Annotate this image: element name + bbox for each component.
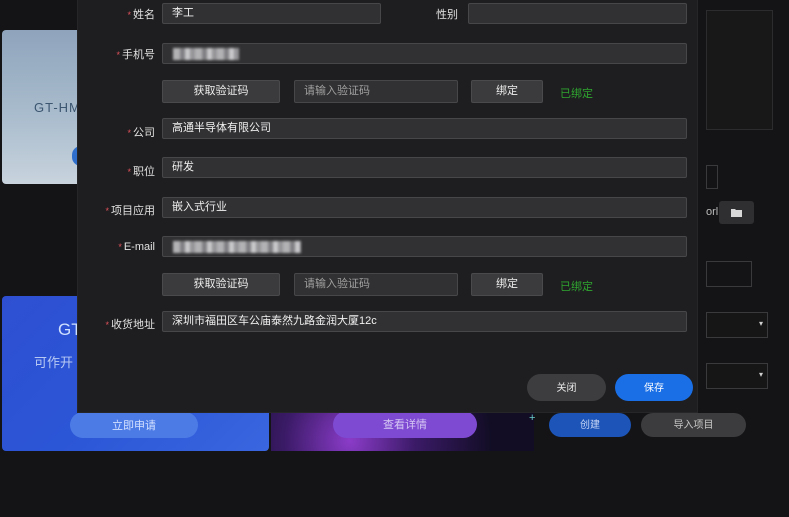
project-label: * 项目应用 xyxy=(105,205,155,217)
close-button[interactable]: 关闭 xyxy=(527,374,606,401)
product-card-gt-subtitle: 可作开 xyxy=(34,355,74,370)
chevron-down-icon: ▾ xyxy=(758,370,763,379)
redacted-phone xyxy=(173,48,239,60)
email-bind-button[interactable]: 绑定 xyxy=(471,273,543,296)
save-button[interactable]: 保存 xyxy=(615,374,693,401)
required-mark: * xyxy=(127,10,131,20)
email-input[interactable] xyxy=(162,236,687,257)
chevron-down-icon: ▾ xyxy=(758,319,763,328)
user-info-modal: * 姓名 李工 性别 * 手机号 获取验证码 请输入验证码 绑定 已绑定 * 公司 高… xyxy=(78,0,697,412)
gender-select[interactable] xyxy=(468,3,687,24)
address-input[interactable]: 深圳市福田区车公庙泰然九路金润大厦12c xyxy=(162,311,687,332)
phone-get-code-button[interactable]: 获取验证码 xyxy=(162,80,280,103)
side-field[interactable] xyxy=(706,261,752,287)
phone-bound-status: 已绑定 xyxy=(560,88,593,100)
project-input[interactable]: 嵌入式行业 xyxy=(162,197,687,218)
phone-code-input[interactable]: 请输入验证码 xyxy=(294,80,458,103)
redacted-email xyxy=(173,241,301,253)
path-text: orl xyxy=(706,206,719,218)
product-card-title: GT-HM xyxy=(34,100,81,115)
import-project-button[interactable]: 导入项目 xyxy=(641,413,746,437)
email-label: * E-mail xyxy=(118,241,155,253)
phone-input[interactable] xyxy=(162,43,687,64)
plus-icon: + xyxy=(529,412,536,424)
position-label: * 职位 xyxy=(127,166,155,178)
gender-label: 性别 xyxy=(436,9,458,21)
side-select-1[interactable]: ▾ xyxy=(706,312,768,338)
create-button[interactable]: 创建 xyxy=(549,413,631,437)
phone-bind-button[interactable]: 绑定 xyxy=(471,80,543,103)
side-panel xyxy=(706,10,773,130)
name-input[interactable]: 李工 xyxy=(162,3,381,24)
email-code-input[interactable]: 请输入验证码 xyxy=(294,273,458,296)
email-bound-status: 已绑定 xyxy=(560,281,593,293)
name-label: * 姓名 xyxy=(127,9,155,21)
email-get-code-button[interactable]: 获取验证码 xyxy=(162,273,280,296)
folder-button[interactable] xyxy=(719,201,754,224)
apply-now-button[interactable]: 立即申请 xyxy=(70,412,198,438)
side-select-2[interactable]: ▾ xyxy=(706,363,768,389)
view-details-button[interactable]: 查看详情 xyxy=(333,411,477,438)
company-label: * 公司 xyxy=(127,127,155,139)
company-input[interactable]: 高通半导体有限公司 xyxy=(162,118,687,139)
position-input[interactable]: 研发 xyxy=(162,157,687,178)
phone-label: * 手机号 xyxy=(116,49,155,61)
folder-icon xyxy=(731,209,742,217)
side-input[interactable] xyxy=(706,165,718,189)
address-label: * 收货地址 xyxy=(105,319,155,331)
